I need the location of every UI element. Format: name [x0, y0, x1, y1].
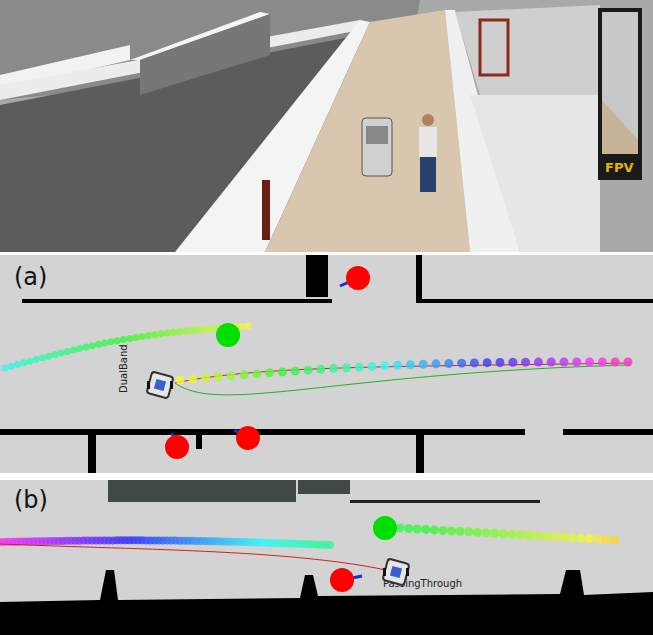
person-marker: [340, 266, 370, 290]
robot-icon: [147, 372, 174, 399]
canvas: FPV: [0, 0, 653, 252]
label: DualBand: [118, 344, 129, 393]
simulation-view: FPV: [0, 0, 653, 252]
map-panel: DualBand (a): [0, 255, 653, 473]
label: (a): [14, 263, 47, 291]
canvas: DualBand (a): [0, 255, 653, 473]
figure: FPV DualBand (a) PassingThrough(b): [0, 0, 653, 635]
map-panel: PassingThrough(b): [0, 480, 653, 635]
person-marker: [330, 568, 362, 592]
person-icon: [419, 114, 437, 192]
robot-icon: [362, 118, 392, 176]
person-marker: [234, 426, 260, 450]
robot-icon: [383, 559, 410, 586]
person-marker: [216, 323, 240, 347]
fpv-inset: [598, 8, 642, 180]
canvas: PassingThrough(b): [0, 480, 653, 635]
person-marker: [165, 433, 189, 459]
label: FPV: [605, 160, 633, 175]
trajectory: [0, 536, 334, 549]
label: (b): [14, 486, 48, 514]
trajectory: [176, 357, 633, 384]
person-marker: [373, 516, 397, 540]
trajectory: [396, 524, 620, 545]
